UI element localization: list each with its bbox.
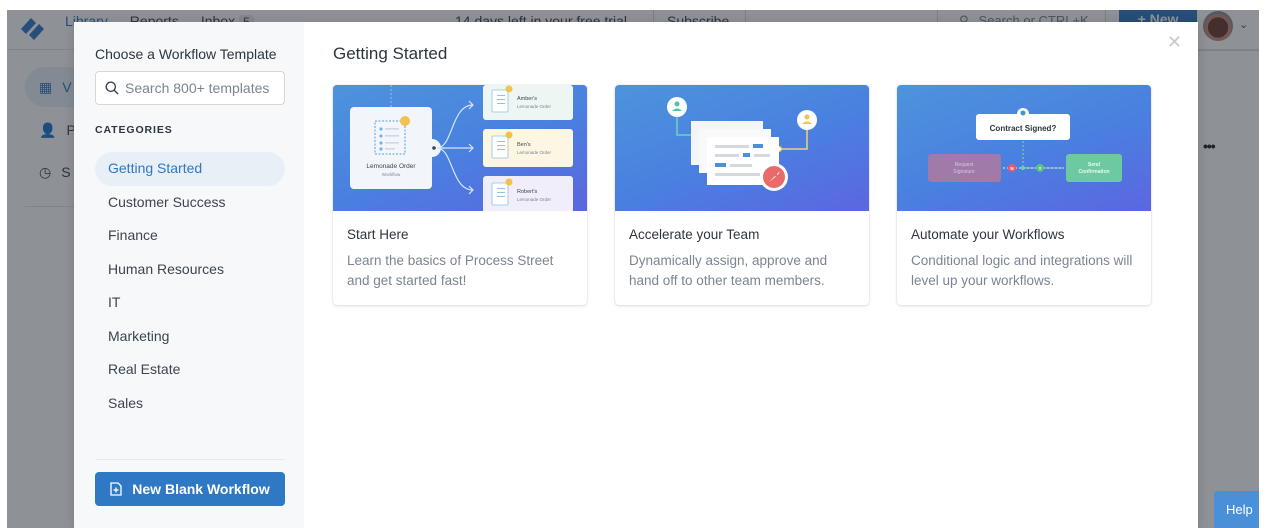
branch-sub: Lemonade Order bbox=[517, 104, 552, 109]
search-icon bbox=[105, 81, 119, 95]
card-title: Automate your Workflows bbox=[911, 227, 1065, 242]
left-box-label: Request bbox=[955, 162, 974, 168]
card-description: Learn the basics of Process Street and g… bbox=[347, 253, 554, 288]
template-cards: Lemonade Order Workflow Amber's Lemonade… bbox=[333, 85, 1151, 305]
card-illustration: Lemonade Order Workflow Amber's Lemonade… bbox=[333, 85, 587, 211]
category-finance[interactable]: Finance bbox=[95, 219, 285, 253]
left-box-label-2: Signature bbox=[953, 169, 975, 175]
card-description: Conditional logic and integrations will … bbox=[911, 253, 1133, 288]
template-card-accelerate-team[interactable]: Accelerate your Team Dynamically assign,… bbox=[615, 85, 869, 305]
template-card-start-here[interactable]: Lemonade Order Workflow Amber's Lemonade… bbox=[333, 85, 587, 305]
branch-sub: Lemonade Order bbox=[517, 150, 552, 155]
card-title: Accelerate your Team bbox=[629, 227, 760, 242]
card-title: Start Here bbox=[347, 227, 409, 242]
new-blank-workflow-button[interactable]: New Blank Workflow bbox=[95, 472, 285, 506]
category-marketing[interactable]: Marketing bbox=[95, 320, 285, 354]
category-list: Getting Started Customer Success Finance… bbox=[95, 152, 285, 420]
no-label: N bbox=[1010, 166, 1013, 171]
branch-name: Robert's bbox=[517, 189, 538, 195]
right-box-label-2: Confirmation bbox=[1078, 169, 1109, 175]
section-title: Getting Started bbox=[333, 44, 448, 63]
template-picker-modal: Choose a Workflow Template CATEGORIES Ge… bbox=[74, 22, 1198, 528]
screen: Library Reports Inbox5 14 days left in y… bbox=[0, 0, 1266, 528]
sidebar-title: Choose a Workflow Template bbox=[95, 46, 277, 62]
help-button[interactable]: Help bbox=[1214, 491, 1259, 528]
category-sales[interactable]: Sales bbox=[95, 387, 285, 421]
divider bbox=[95, 459, 285, 460]
condition-question: Contract Signed? bbox=[990, 124, 1057, 133]
card-body: Start Here Learn the basics of Process S… bbox=[333, 211, 587, 291]
branch-name: Amber's bbox=[517, 96, 537, 102]
branch-sub: Lemonade Order bbox=[517, 197, 552, 202]
categories-heading: CATEGORIES bbox=[95, 124, 173, 136]
main-card-subtitle: Workflow bbox=[382, 172, 401, 177]
card-body: Automate your Workflows Conditional logi… bbox=[897, 211, 1151, 291]
template-search-input[interactable] bbox=[125, 80, 275, 96]
modal-main: Getting Started ✕ Lemonade Order Workflo… bbox=[304, 22, 1198, 528]
category-real-estate[interactable]: Real Estate bbox=[95, 353, 285, 387]
template-card-automate-workflows[interactable]: Contract Signed? Request Signature Send … bbox=[897, 85, 1151, 305]
right-box-label: Send bbox=[1088, 162, 1100, 168]
category-human-resources[interactable]: Human Resources bbox=[95, 253, 285, 287]
yes-label: Y bbox=[1038, 166, 1041, 171]
new-document-icon bbox=[110, 482, 122, 496]
template-search[interactable] bbox=[95, 71, 285, 105]
branch-name: Ben's bbox=[517, 142, 531, 148]
workflow-branching-illustration: Lemonade Order Workflow Amber's Lemonade… bbox=[350, 85, 573, 211]
modal-sidebar: Choose a Workflow Template CATEGORIES Ge… bbox=[74, 22, 304, 528]
card-description: Dynamically assign, approve and hand off… bbox=[629, 253, 828, 288]
conditional-logic-illustration: Contract Signed? Request Signature Send … bbox=[928, 108, 1122, 182]
main-card-title: Lemonade Order bbox=[366, 163, 416, 170]
team-handoff-illustration bbox=[667, 97, 817, 191]
card-illustration: Contract Signed? Request Signature Send … bbox=[897, 85, 1151, 211]
new-blank-workflow-label: New Blank Workflow bbox=[132, 481, 270, 497]
close-icon[interactable]: ✕ bbox=[1167, 32, 1182, 53]
category-it[interactable]: IT bbox=[95, 286, 285, 320]
category-getting-started[interactable]: Getting Started bbox=[95, 152, 285, 186]
card-illustration bbox=[615, 85, 869, 211]
card-body: Accelerate your Team Dynamically assign,… bbox=[615, 211, 869, 291]
category-customer-success[interactable]: Customer Success bbox=[95, 186, 285, 220]
